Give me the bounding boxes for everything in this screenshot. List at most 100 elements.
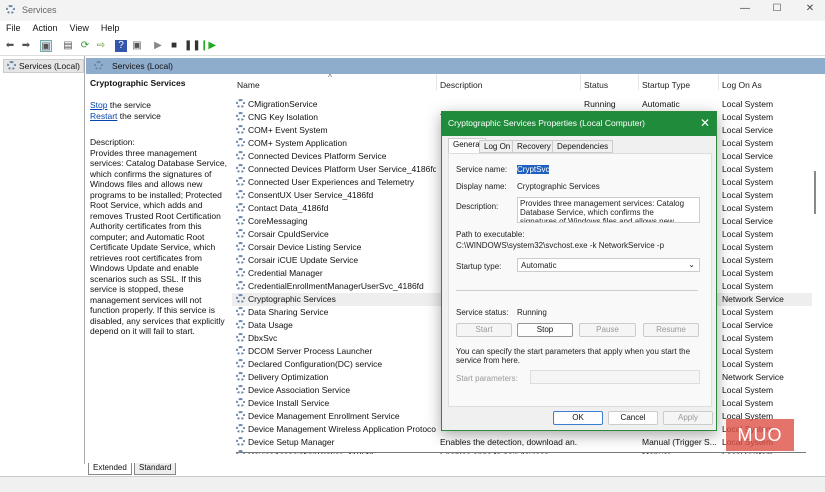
refresh-icon[interactable]: ⟳ — [79, 40, 91, 52]
resume-button[interactable]: Resume — [643, 323, 699, 337]
cell-logon: Local Service — [722, 125, 810, 135]
cell-text: Local System — [722, 242, 774, 252]
column-divider[interactable] — [718, 74, 719, 90]
description-textbox[interactable]: Provides three management services: Cata… — [517, 197, 700, 223]
back-arrow-icon[interactable]: ⬅ — [4, 40, 16, 52]
console-icon[interactable]: ▣ — [131, 40, 143, 52]
cell-name: COM+ Event System — [236, 125, 436, 135]
tree-item-label: Services (Local) — [19, 61, 80, 71]
stop-service-icon[interactable]: ■ — [168, 40, 180, 52]
service-name-value[interactable]: CryptSvc — [517, 165, 550, 174]
forward-arrow-icon[interactable]: ➡ — [20, 40, 32, 52]
cell-text: Local System — [722, 346, 774, 356]
cell-logon: Local System — [722, 346, 810, 356]
pane-header-title: Services (Local) — [112, 61, 173, 71]
service-gear-icon — [236, 359, 245, 368]
start-button[interactable]: Start — [456, 323, 512, 337]
cell-logon: Local System — [722, 229, 810, 239]
cell-text: Manual (Trigger S... — [642, 437, 716, 447]
dialog-close-button[interactable]: ✕ — [700, 116, 710, 130]
selected-service-title: Cryptographic Services — [90, 78, 186, 88]
column-divider[interactable] — [638, 74, 639, 90]
cell-name: Declared Configuration(DC) service — [236, 359, 436, 369]
service-gear-icon — [236, 203, 245, 212]
show-hide-tree-icon[interactable]: ▣ — [40, 40, 52, 52]
service-gear-icon — [236, 294, 245, 303]
start-parameters-hint: You can specify the start parameters tha… — [456, 347, 691, 365]
cell-text: Connected Devices Platform User Service_… — [248, 164, 436, 174]
cell-text: Corsair CpuIdService — [248, 229, 329, 239]
service-gear-icon — [236, 385, 245, 394]
minimize-button[interactable]: — — [730, 3, 760, 18]
services-icon — [94, 61, 103, 70]
cancel-button[interactable]: Cancel — [608, 411, 658, 425]
menu-view[interactable]: View — [64, 21, 95, 37]
start-parameters-input[interactable] — [530, 370, 700, 384]
cell-name: CNG Key Isolation — [236, 112, 436, 122]
column-header-status[interactable]: Status — [584, 80, 608, 90]
cell-text: Local System — [722, 190, 774, 200]
stop-service-link[interactable]: Stop — [90, 100, 108, 110]
cell-text: COM+ Event System — [248, 125, 328, 135]
export-list-icon[interactable]: ⇨ — [95, 40, 107, 52]
ok-button[interactable]: OK — [553, 411, 603, 425]
service-gear-icon — [236, 346, 245, 355]
service-status-label: Service status: — [456, 308, 509, 317]
cell-text: Enables the detection, download an... — [440, 437, 578, 447]
cell-logon: Local System — [722, 190, 810, 200]
start-service-icon[interactable]: ▶ — [152, 40, 164, 52]
cell-text: CredentialEnrollmentManagerUserSvc_4186f… — [248, 281, 424, 291]
cell-text: DbxSvc — [248, 333, 278, 343]
properties-icon[interactable]: ▤ — [62, 40, 74, 52]
cell-name: Connected Devices Platform Service — [236, 151, 436, 161]
cell-description: Enables the detection, download an... — [440, 437, 578, 447]
service-row[interactable]: CMigrationService Running Automatic Local S… — [232, 98, 812, 111]
cell-text: COM+ System Application — [248, 138, 347, 148]
cell-text: Local System — [722, 229, 774, 239]
tab-recovery[interactable]: Recovery — [512, 140, 556, 153]
startup-type-select[interactable]: Automatic ⌄ — [517, 258, 700, 272]
tab-dependencies[interactable]: Dependencies — [552, 140, 614, 153]
tab-extended[interactable]: Extended — [88, 463, 132, 475]
stop-button[interactable]: Stop — [517, 323, 573, 337]
pause-button[interactable]: Pause — [579, 323, 636, 337]
service-row[interactable]: Device Setup Manager Enables the detectio… — [232, 436, 812, 449]
apply-button[interactable]: Apply — [663, 411, 713, 425]
restart-service-link[interactable]: Restart — [90, 111, 117, 121]
column-divider[interactable] — [436, 74, 437, 90]
cell-text: Network Service — [722, 372, 784, 382]
cell-text: Credential Manager — [248, 268, 323, 278]
display-name-value[interactable]: Cryptographic Services — [517, 182, 600, 191]
restart-link-suffix: the service — [117, 110, 161, 121]
vertical-scrollbar[interactable] — [814, 171, 816, 214]
description-label: Description: — [456, 202, 499, 211]
service-gear-icon — [236, 268, 245, 277]
service-gear-icon — [236, 242, 245, 251]
column-header-name[interactable]: Name — [237, 80, 260, 90]
cell-text: Local System — [722, 385, 774, 395]
horizontal-scrollbar[interactable] — [236, 452, 806, 453]
status-bar — [0, 476, 825, 492]
menu-file[interactable]: File — [0, 21, 27, 37]
cell-name: Device Management Enrollment Service — [236, 411, 436, 421]
close-button[interactable]: ✕ — [795, 3, 825, 18]
column-divider[interactable] — [580, 74, 581, 90]
column-header-log-on-as[interactable]: Log On As — [722, 80, 762, 90]
maximize-button[interactable]: ☐ — [762, 3, 792, 18]
startup-type-label: Startup type: — [456, 262, 502, 271]
menu-help[interactable]: Help — [95, 21, 126, 37]
cell-name: COM+ System Application — [236, 138, 436, 148]
tree-item-services-local[interactable]: Services (Local) — [3, 59, 84, 73]
tab-log-on[interactable]: Log On — [479, 140, 516, 153]
restart-service-icon[interactable]: ❙▶ — [200, 40, 216, 52]
service-gear-icon — [236, 99, 245, 108]
cell-name: Data Usage — [236, 320, 436, 330]
menu-action[interactable]: Action — [27, 21, 64, 37]
column-header-startup-type[interactable]: Startup Type — [642, 80, 690, 90]
help-icon[interactable]: ? — [115, 40, 127, 52]
pause-service-icon[interactable]: ❚❚ — [184, 40, 201, 52]
cell-name: CoreMessaging — [236, 216, 436, 226]
column-header-description[interactable]: Description — [440, 80, 483, 90]
path-value[interactable]: C:\WINDOWS\system32\svchost.exe -k Netwo… — [456, 241, 664, 250]
tab-standard[interactable]: Standard — [134, 463, 177, 475]
